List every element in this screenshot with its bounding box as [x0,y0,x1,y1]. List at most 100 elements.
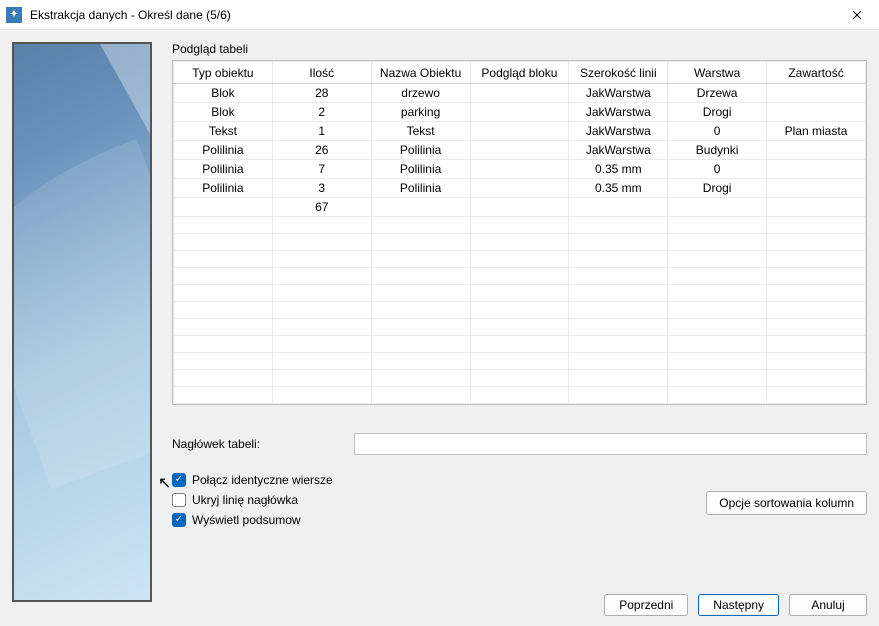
sort-options-button[interactable]: Opcje sortowania kolumn [706,491,867,515]
table-cell: Drogi [668,103,767,122]
table-row[interactable] [174,353,866,370]
table-cell [569,285,668,302]
table-cell [668,234,767,251]
table-cell [668,336,767,353]
table-cell [668,302,767,319]
table-cell [569,370,668,387]
cancel-button[interactable]: Anuluj [789,594,867,616]
table-row[interactable]: Polilinia26PoliliniaJakWarstwaBudynki [174,141,866,160]
table-cell: Polilinia [174,141,273,160]
table-header-field-label: Nagłówek tabeli: [172,437,342,451]
table-cell: Polilinia [174,179,273,198]
table-cell [371,217,470,234]
table-cell: drzewo [371,84,470,103]
table-cell [371,251,470,268]
col-header[interactable]: Podgląd bloku [470,62,569,84]
table-row[interactable] [174,302,866,319]
table-cell [174,285,273,302]
table-cell [174,319,273,336]
merge-identical-checkbox[interactable] [172,473,186,487]
table-cell [569,268,668,285]
table-cell [470,217,569,234]
table-cell [272,370,371,387]
table-row[interactable] [174,370,866,387]
table-cell [470,353,569,370]
table-cell: 0.35 mm [569,179,668,198]
table-row[interactable]: Blok2parkingJakWarstwaDrogi [174,103,866,122]
table-cell [668,251,767,268]
table-cell [569,336,668,353]
table-cell [470,319,569,336]
table-cell [371,285,470,302]
table-cell [371,234,470,251]
table-row[interactable]: Polilinia3Polilinia0.35 mmDrogi [174,179,866,198]
table-cell [371,387,470,404]
table-cell: 0 [668,160,767,179]
table-cell [767,179,866,198]
col-header[interactable]: Ilość [272,62,371,84]
table-row[interactable] [174,336,866,353]
table-cell [174,387,273,404]
next-button[interactable]: Następny [698,594,779,616]
table-cell [470,103,569,122]
table-row[interactable] [174,217,866,234]
previous-button[interactable]: Poprzedni [604,594,688,616]
table-row[interactable]: Blok28drzewoJakWarstwaDrzewa [174,84,866,103]
table-cell [174,268,273,285]
table-cell [174,353,273,370]
table-row[interactable] [174,268,866,285]
table-cell [569,319,668,336]
table-row[interactable]: Polilinia7Polilinia0.35 mm0 [174,160,866,179]
table-cell [767,103,866,122]
table-cell [767,198,866,217]
table-cell [470,122,569,141]
col-header[interactable]: Szerokość linii [569,62,668,84]
col-header[interactable]: Zawartość [767,62,866,84]
hide-header-label: Ukryj linię nagłówka [192,493,298,507]
table-cell [371,302,470,319]
table-header-input[interactable] [354,433,867,455]
table-cell: Drogi [668,179,767,198]
col-header[interactable]: Nazwa Obiektu [371,62,470,84]
table-cell: JakWarstwa [569,141,668,160]
table-cell [272,234,371,251]
table-row[interactable] [174,319,866,336]
table-cell [668,319,767,336]
table-cell [371,198,470,217]
table-preview[interactable]: Typ obiektu Ilość Nazwa Obiektu Podgląd … [172,60,867,405]
table-cell: JakWarstwa [569,122,668,141]
table-row[interactable] [174,234,866,251]
table-cell [272,353,371,370]
table-cell: Budynki [668,141,767,160]
table-cell: 2 [272,103,371,122]
table-cell [668,370,767,387]
table-cell: 7 [272,160,371,179]
close-icon [852,10,862,20]
table-header-row[interactable]: Typ obiektu Ilość Nazwa Obiektu Podgląd … [174,62,866,84]
table-row[interactable] [174,285,866,302]
table-cell: JakWarstwa [569,84,668,103]
table-row[interactable] [174,251,866,268]
table-row[interactable] [174,387,866,404]
table-cell [371,336,470,353]
table-row[interactable]: 67 [174,198,866,217]
table-cell: 26 [272,141,371,160]
table-cell [174,198,273,217]
app-icon: ✦ [6,7,22,23]
col-header[interactable]: Warstwa [668,62,767,84]
table-cell [470,285,569,302]
merge-identical-label: Połącz identyczne wiersze [192,473,333,487]
table-cell [174,234,273,251]
col-header[interactable]: Typ obiektu [174,62,273,84]
close-button[interactable] [834,0,879,30]
hide-header-checkbox[interactable] [172,493,186,507]
table-cell [767,84,866,103]
table-cell [767,319,866,336]
show-summary-checkbox[interactable] [172,513,186,527]
table-cell [569,198,668,217]
table-cell: Blok [174,103,273,122]
table-cell [767,285,866,302]
table-row[interactable]: Tekst1TekstJakWarstwa0Plan miasta [174,122,866,141]
table-cell: Polilinia [174,160,273,179]
table-cell [272,285,371,302]
